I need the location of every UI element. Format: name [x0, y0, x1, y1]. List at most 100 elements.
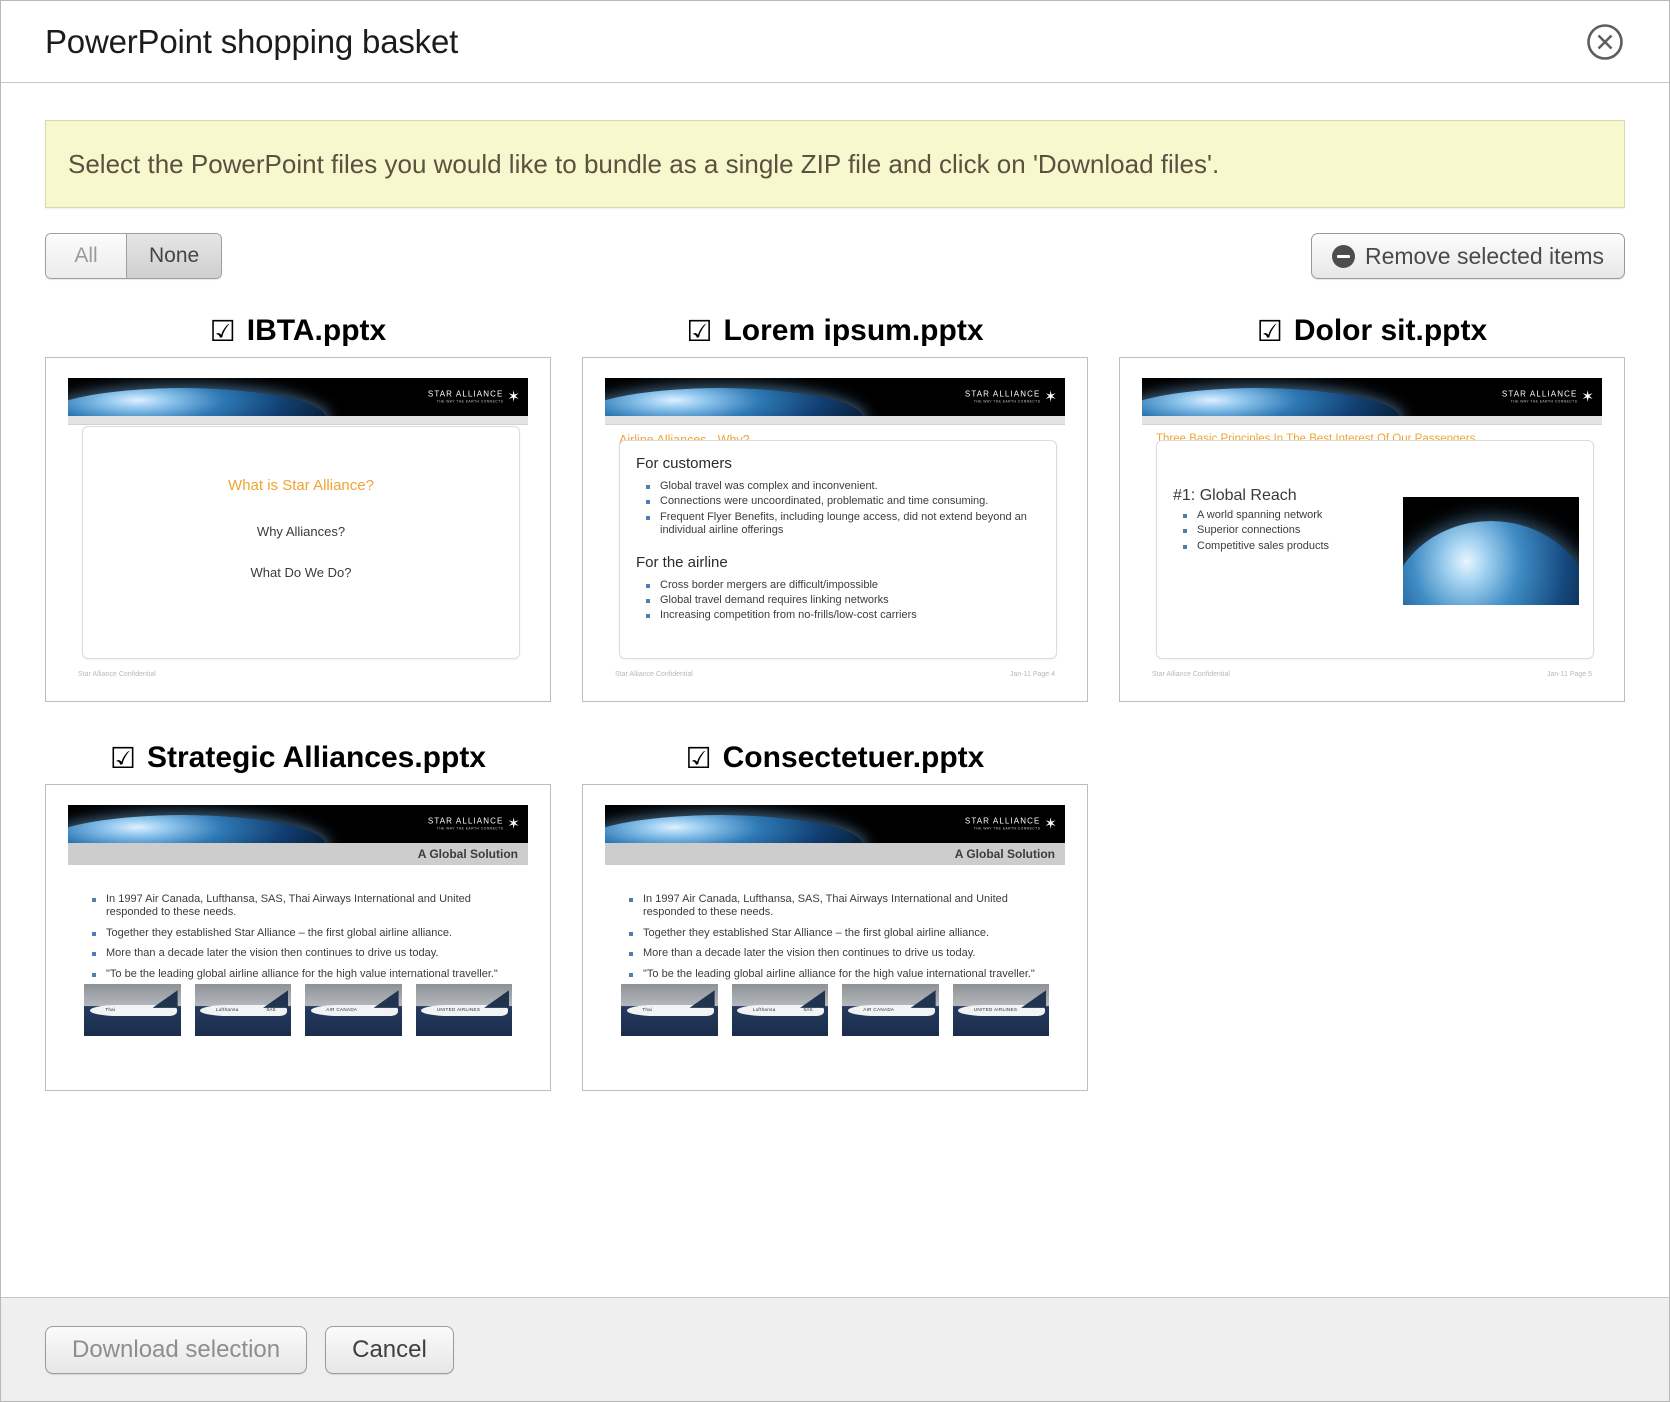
airline-photo-lufthansa-sas: Lufthansa SAS — [732, 984, 829, 1036]
slide-header-band: STAR ALLIANCE THE WAY THE EARTH CONNECTS… — [68, 805, 528, 843]
slide-footer-left: Star Alliance Confidential — [615, 671, 693, 678]
star-mark-icon: ✶ — [1044, 390, 1057, 405]
file-grid: ☑ IBTA.pptx STAR ALLIANCE THE WAY THE EA… — [45, 305, 1625, 1091]
brand-tagline: THE WAY THE EARTH CONNECTS — [428, 827, 504, 830]
slide-title: What is Star Alliance? — [83, 477, 519, 494]
slide-header-band: STAR ALLIANCE THE WAY THE EARTH CONNECTS… — [605, 378, 1065, 416]
star-mark-icon: ✶ — [1044, 817, 1057, 832]
slide-footer-left: Star Alliance Confidential — [78, 671, 156, 678]
list-item: Frequent Flyer Benefits, including loung… — [644, 511, 1040, 538]
file-card: ☑ Strategic Alliances.pptx STAR ALLIANCE… — [45, 732, 551, 1091]
airline-photo-united: UNITED AIRLINES — [953, 984, 1050, 1036]
airline-photo-united: UNITED AIRLINES — [416, 984, 513, 1036]
download-selection-button[interactable]: Download selection — [45, 1326, 307, 1374]
checkbox-checked-icon[interactable]: ☑ — [686, 744, 712, 773]
grid-empty-cell — [1119, 732, 1625, 1091]
file-checkbox-strategic-alliances[interactable]: ☑ Strategic Alliances.pptx — [45, 732, 551, 784]
earth-image — [68, 815, 326, 843]
dialog-body: Select the PowerPoint files you would li… — [1, 120, 1669, 1335]
checkbox-checked-icon[interactable]: ☑ — [686, 317, 712, 346]
star-mark-icon: ✶ — [507, 817, 520, 832]
checkbox-checked-icon[interactable]: ☑ — [110, 744, 136, 773]
instruction-banner: Select the PowerPoint files you would li… — [45, 120, 1625, 208]
select-none-button[interactable]: None — [126, 234, 221, 278]
airline-photo-air-canada: AIR CANADA — [842, 984, 939, 1036]
list-item: "To be the leading global airline allian… — [627, 968, 1051, 981]
list-item: Global travel was complex and inconvenie… — [644, 480, 1040, 493]
earth-image — [1142, 388, 1400, 416]
brand-name: STAR ALLIANCE — [965, 390, 1041, 398]
checkbox-checked-icon[interactable]: ☑ — [210, 317, 236, 346]
bullet-list: Cross border mergers are difficult/impos… — [644, 579, 1040, 623]
slide-line-2: What Do We Do? — [83, 565, 519, 580]
slide-thumbnail[interactable]: STAR ALLIANCE THE WAY THE EARTH CONNECTS… — [45, 357, 551, 702]
list-item: Together they established Star Alliance … — [90, 927, 514, 940]
file-name-label: IBTA.pptx — [247, 314, 386, 348]
brand-tagline: THE WAY THE EARTH CONNECTS — [428, 400, 504, 403]
checkbox-checked-icon[interactable]: ☑ — [1257, 317, 1283, 346]
airline-photo-row: Thai Lufthansa SAS AIR CANADA — [621, 984, 1049, 1036]
bullet-list: In 1997 Air Canada, Lufthansa, SAS, Thai… — [90, 893, 514, 981]
slide-subtitle-bar: A Global Solution — [605, 843, 1065, 865]
earth-image — [68, 388, 326, 416]
file-name-label: Lorem ipsum.pptx — [723, 314, 983, 348]
list-item: Together they established Star Alliance … — [627, 927, 1051, 940]
select-all-button[interactable]: All — [46, 234, 126, 278]
page-title: PowerPoint shopping basket — [45, 23, 1585, 61]
list-item: Connections were uncoordinated, problema… — [644, 495, 1040, 508]
slide-thumbnail[interactable]: STAR ALLIANCE THE WAY THE EARTH CONNECTS… — [582, 357, 1088, 702]
airline-label: Thai — [105, 1007, 115, 1012]
airline-label: SAS — [803, 1007, 812, 1012]
list-item: More than a decade later the vision then… — [90, 947, 514, 960]
brand-tagline: THE WAY THE EARTH CONNECTS — [965, 400, 1041, 403]
slide-subband — [605, 416, 1065, 425]
file-checkbox-consectetuer[interactable]: ☑ Consectetuer.pptx — [582, 732, 1088, 784]
airline-photo-thai: Thai — [84, 984, 181, 1036]
slide-thumbnail[interactable]: STAR ALLIANCE THE WAY THE EARTH CONNECTS… — [582, 784, 1088, 1091]
slide-footer-left: Star Alliance Confidential — [1152, 671, 1230, 678]
bullet-list: In 1997 Air Canada, Lufthansa, SAS, Thai… — [627, 893, 1051, 981]
list-item: Increasing competition from no-frills/lo… — [644, 609, 1040, 622]
brand-name: STAR ALLIANCE — [428, 390, 504, 398]
star-mark-icon: ✶ — [507, 390, 520, 405]
file-name-label: Consectetuer.pptx — [723, 741, 985, 775]
slide-subtitle: A Global Solution — [955, 847, 1055, 861]
slide-thumbnail[interactable]: STAR ALLIANCE THE WAY THE EARTH CONNECTS… — [1119, 357, 1625, 702]
file-checkbox-dolor-sit[interactable]: ☑ Dolor sit.pptx — [1119, 305, 1625, 357]
slide-subband — [1142, 416, 1602, 425]
list-item: In 1997 Air Canada, Lufthansa, SAS, Thai… — [627, 893, 1051, 920]
file-name-label: Strategic Alliances.pptx — [147, 741, 486, 775]
airline-label: SAS — [266, 1007, 275, 1012]
remove-selected-items-label: Remove selected items — [1365, 243, 1604, 270]
slide-subband — [68, 416, 528, 425]
powerpoint-shopping-basket-dialog: PowerPoint shopping basket Select the Po… — [0, 0, 1670, 1402]
slide-header-band: STAR ALLIANCE THE WAY THE EARTH CONNECTS… — [68, 378, 528, 416]
select-toggle-group: All None — [45, 233, 222, 279]
close-icon[interactable] — [1585, 22, 1625, 62]
slide-content-box: For customers Global travel was complex … — [619, 440, 1057, 659]
brand-name: STAR ALLIANCE — [428, 817, 504, 825]
airline-label: AIR CANADA — [863, 1007, 894, 1012]
dialog-titlebar: PowerPoint shopping basket — [1, 1, 1669, 83]
minus-circle-icon — [1332, 245, 1355, 268]
brand-tagline: THE WAY THE EARTH CONNECTS — [965, 827, 1041, 830]
file-card: ☑ Dolor sit.pptx STAR ALLIANCE THE WAY T… — [1119, 305, 1625, 702]
slide-footer-right: Jan-11 Page 5 — [1547, 671, 1592, 678]
slide-thumbnail[interactable]: STAR ALLIANCE THE WAY THE EARTH CONNECTS… — [45, 784, 551, 1091]
airline-label: UNITED AIRLINES — [974, 1007, 1018, 1012]
file-checkbox-ibta[interactable]: ☑ IBTA.pptx — [45, 305, 551, 357]
earth-image — [605, 815, 863, 843]
slide-line-1: Why Alliances? — [83, 524, 519, 539]
airline-label: Thai — [642, 1007, 652, 1012]
file-checkbox-lorem-ipsum[interactable]: ☑ Lorem ipsum.pptx — [582, 305, 1088, 357]
slide-content-box: #1: Global Reach A world spanning networ… — [1156, 440, 1594, 659]
cancel-button[interactable]: Cancel — [325, 1326, 454, 1374]
airline-photo-row: Thai Lufthansa SAS AIR CANADA — [84, 984, 512, 1036]
section-title: For the airline — [636, 554, 1040, 571]
slide-subtitle-bar: A Global Solution — [68, 843, 528, 865]
list-item: "To be the leading global airline allian… — [90, 968, 514, 981]
airline-label: Lufthansa — [753, 1007, 776, 1012]
star-mark-icon: ✶ — [1581, 390, 1594, 405]
remove-selected-items-button[interactable]: Remove selected items — [1311, 233, 1625, 279]
earth-from-space-image — [1403, 497, 1579, 605]
